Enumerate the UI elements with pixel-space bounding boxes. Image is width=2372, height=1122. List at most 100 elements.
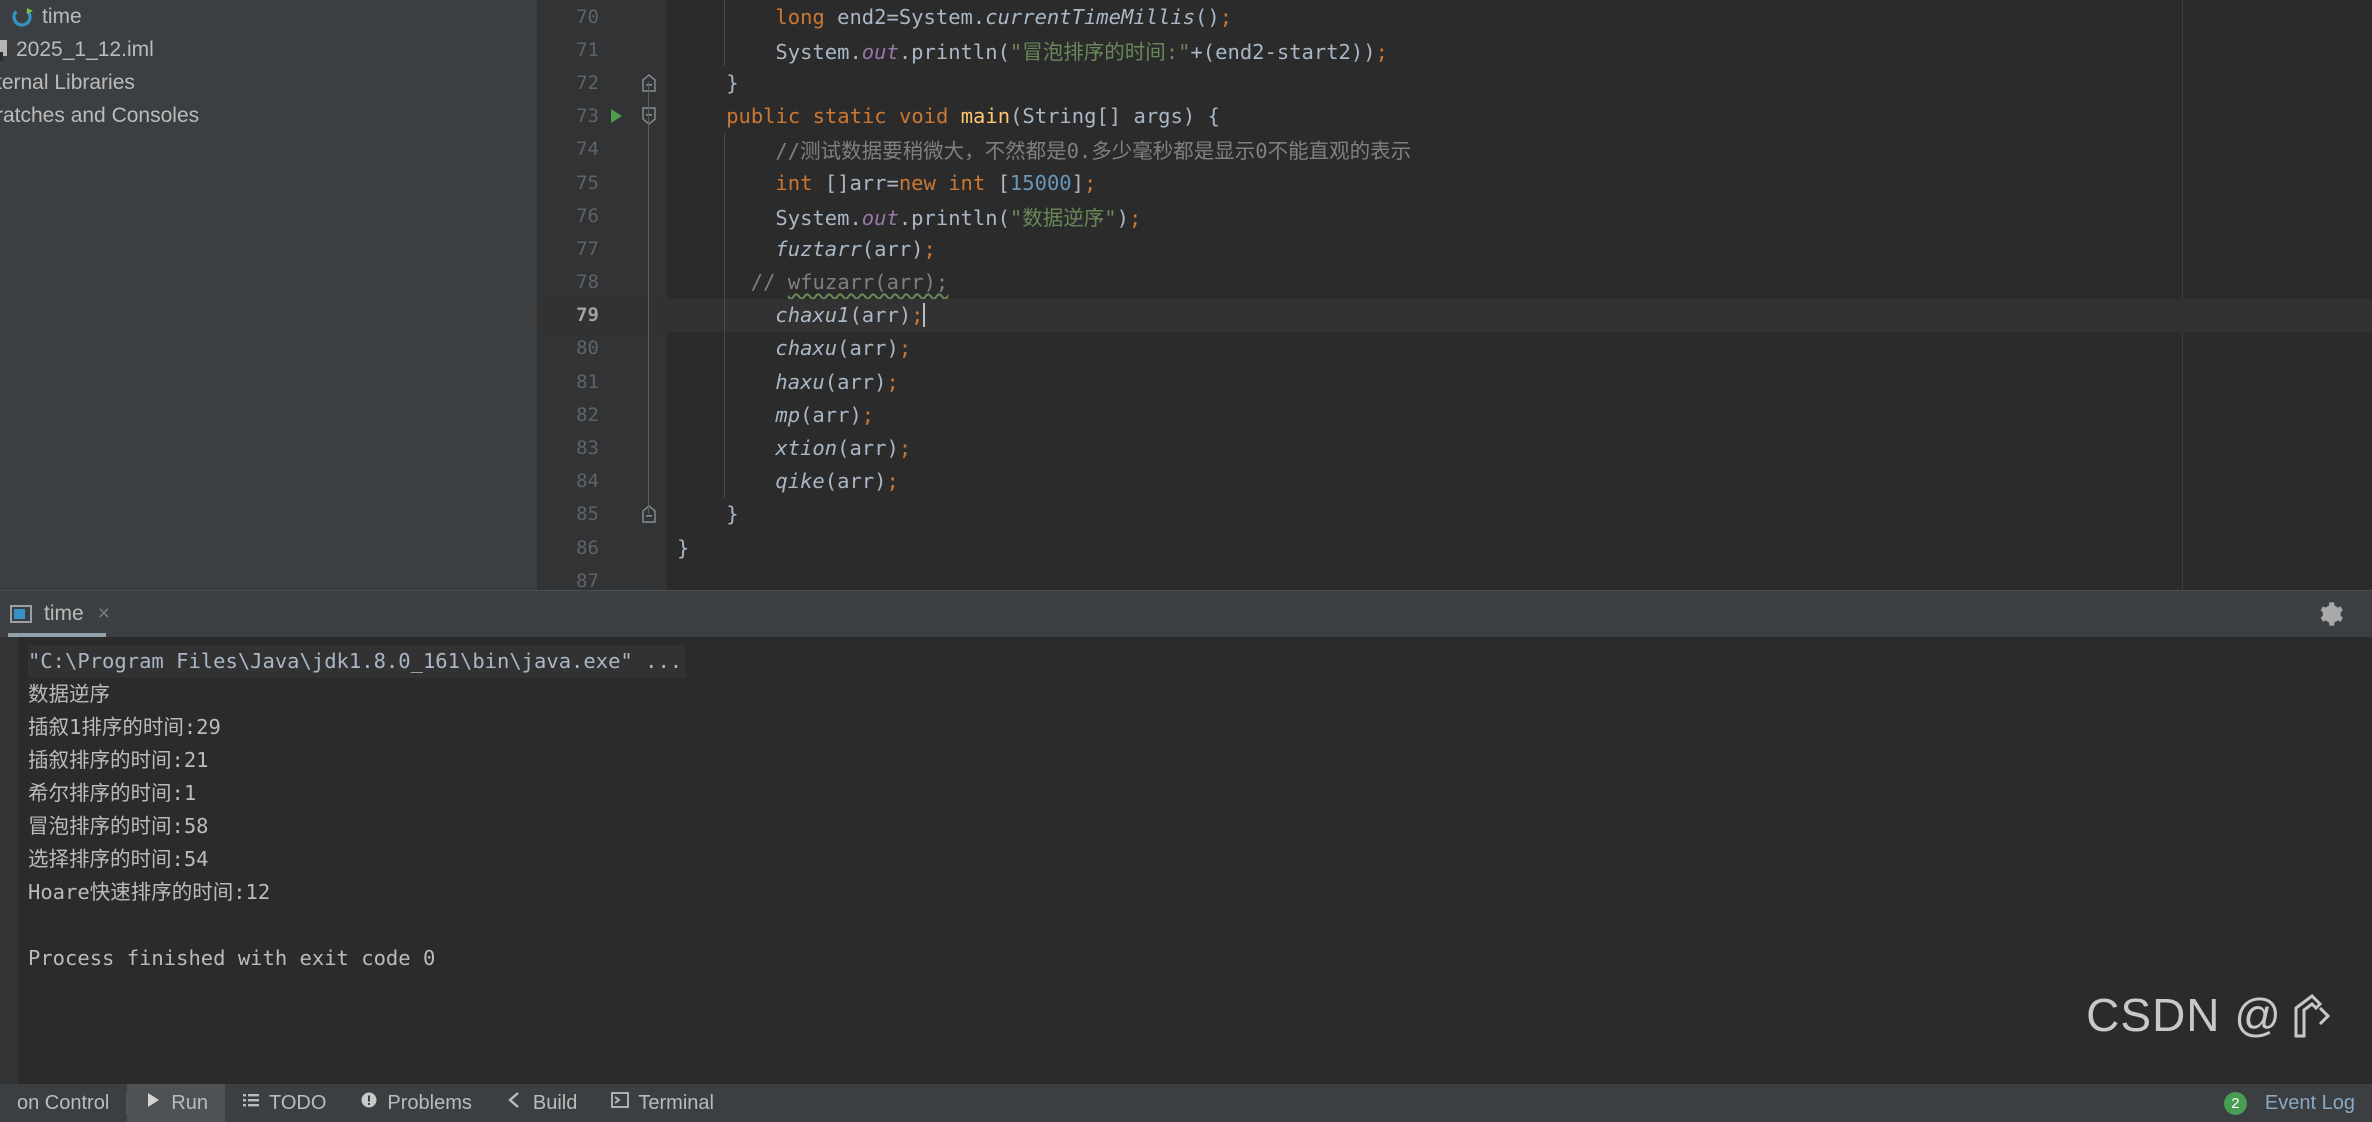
code-line[interactable]: 75 int []arr=new int [15000];: [537, 166, 2372, 199]
statusbar-label: Run: [171, 1091, 208, 1114]
console-line: 冒泡排序的时间:58: [28, 814, 209, 838]
line-number: 85: [576, 503, 599, 526]
event-log-label: Event Log: [2264, 1091, 2355, 1114]
statusbar-item-terminal[interactable]: Terminal: [594, 1084, 731, 1122]
code-editor[interactable]: 70 long end2=System.currentTimeMillis(); 7…: [537, 0, 2372, 592]
code-text: haxu(arr);: [775, 369, 899, 394]
line-number: 81: [576, 370, 599, 393]
run-window-header: time ×: [0, 590, 2372, 637]
watermark-glyph-icon: [2294, 994, 2331, 1038]
code-text: int []arr=new int [15000];: [775, 170, 1097, 195]
indent-guide-line: [724, 132, 725, 498]
code-line[interactable]: 83 xtion(arr);: [537, 431, 2372, 464]
run-gutter-icon[interactable]: [603, 100, 629, 133]
statusbar-item-problems[interactable]: Problems: [343, 1084, 488, 1122]
bottom-status-bar: on Control Run TODO Problems Build Termi…: [0, 1084, 2372, 1122]
code-line[interactable]: 77 fuztarr(arr);: [537, 232, 2372, 265]
statusbar-item-version-control[interactable]: on Control: [0, 1084, 126, 1122]
statusbar-item-run[interactable]: Run: [127, 1084, 225, 1122]
run-tab-label: time: [44, 601, 84, 625]
code-text: }: [726, 70, 739, 95]
line-number: 87: [576, 569, 599, 592]
line-number: 86: [576, 536, 599, 559]
sidebar-item-scratches[interactable]: ratches and Consoles: [0, 99, 537, 132]
line-number: 84: [576, 470, 599, 493]
code-line[interactable]: 78 // wfuzarr(arr);: [537, 266, 2372, 299]
module-icon: [8, 4, 38, 30]
line-number: 70: [576, 5, 599, 28]
fold-collapse-icon[interactable]: [637, 498, 661, 531]
statusbar-label: Build: [532, 1091, 578, 1114]
fold-expand-icon[interactable]: [637, 100, 661, 133]
statusbar-item-todo[interactable]: TODO: [225, 1084, 343, 1122]
code-line[interactable]: 81 haxu(arr);: [537, 365, 2372, 398]
code-line[interactable]: 80 chaxu(arr);: [537, 332, 2372, 365]
watermark-text: CSDN @: [2086, 989, 2282, 1041]
code-line[interactable]: 79 chaxu1(arr);: [537, 298, 2372, 332]
code-line[interactable]: 82 mp(arr);: [537, 398, 2372, 431]
code-text: public static void main(String[] args) {: [726, 104, 1220, 129]
line-number: 77: [576, 237, 599, 260]
event-log-button[interactable]: 2 Event Log: [2207, 1084, 2372, 1122]
code-line[interactable]: 70 long end2=System.currentTimeMillis();: [537, 0, 2372, 33]
code-text: long end2=System.currentTimeMillis();: [775, 4, 1233, 29]
build-icon: [506, 1091, 524, 1115]
sidebar-item-label: ratches and Consoles: [0, 103, 200, 127]
line-number: 73: [576, 105, 599, 128]
code-text: qike(arr);: [775, 469, 899, 494]
code-text: }: [726, 502, 739, 527]
todo-icon: [242, 1091, 260, 1115]
code-text: // wfuzarr(arr);: [750, 270, 949, 295]
console-output[interactable]: "C:\Program Files\Java\jdk1.8.0_161\bin\…: [0, 637, 2372, 1084]
statusbar-right-group: 2 Event Log: [2207, 1084, 2372, 1122]
code-line[interactable]: 72}: [537, 66, 2372, 99]
fold-collapse-icon[interactable]: [637, 66, 661, 99]
statusbar-label: TODO: [268, 1091, 327, 1114]
console-lines-container: "C:\Program Files\Java\jdk1.8.0_161\bin\…: [28, 645, 2372, 975]
code-text: fuztarr(arr);: [775, 236, 936, 261]
fold-guide-line: [648, 82, 649, 514]
statusbar-item-build[interactable]: Build: [489, 1084, 594, 1122]
console-line: 插叙1排序的时间:29: [28, 715, 221, 739]
event-log-badge: 2: [2223, 1091, 2247, 1115]
code-line[interactable]: 84 qike(arr);: [537, 465, 2372, 498]
terminal-icon: [611, 1091, 630, 1115]
problems-icon: [360, 1091, 378, 1115]
csdn-watermark: CSDN @: [2086, 988, 2332, 1042]
run-tool-window: time × "C:\Program Files\Java\jdk1.8.0_1…: [0, 590, 2372, 1084]
console-icon: [8, 601, 34, 627]
gear-icon[interactable]: [2314, 598, 2346, 630]
text-caret: [922, 303, 925, 328]
code-line[interactable]: 76 System.out.println("数据逆序");: [537, 199, 2372, 232]
code-text: chaxu(arr);: [775, 336, 912, 361]
code-line[interactable]: 74 //测试数据要稍微大，不然都是0.多少毫秒都是显示0不能直观的表示: [537, 133, 2372, 166]
sidebar-item-external-libraries[interactable]: ternal Libraries: [0, 66, 537, 99]
indent-guide-line: [724, 0, 725, 67]
code-lines-container[interactable]: 70 long end2=System.currentTimeMillis(); 7…: [537, 0, 2372, 592]
statusbar-label: Problems: [387, 1091, 472, 1114]
console-line: 选择排序的时间:54: [28, 847, 209, 871]
close-icon[interactable]: ×: [98, 602, 110, 626]
code-line[interactable]: 71 System.out.println("冒泡排序的时间:"+(end2-st…: [537, 33, 2372, 66]
code-line[interactable]: 86}: [537, 531, 2372, 564]
console-line: Process finished with exit code 0: [28, 946, 436, 970]
console-gutter: [0, 637, 18, 1084]
sidebar-item-iml[interactable]: 2025_1_12.iml: [0, 33, 537, 66]
code-line[interactable]: 85}: [537, 498, 2372, 531]
code-text: chaxu1(arr);: [775, 303, 925, 328]
sidebar-item-label: 2025_1_12.iml: [16, 37, 154, 61]
sidebar-item-time[interactable]: time: [0, 0, 537, 33]
line-number: 72: [576, 71, 599, 94]
line-number: 76: [576, 204, 599, 227]
line-number: 82: [576, 403, 599, 426]
code-text: System.out.println("数据逆序");: [775, 205, 1142, 230]
line-number: 83: [576, 437, 599, 460]
sidebar-item-label: ternal Libraries: [0, 70, 135, 94]
run-tab-time[interactable]: time ×: [0, 590, 124, 637]
idea-window: time 2025_1_12.iml ternal Libraries ratc…: [0, 0, 2372, 1122]
header-divider: [0, 590, 2372, 591]
line-number: 79: [576, 304, 599, 327]
line-number: 80: [576, 337, 599, 360]
code-line[interactable]: 73 public static void main(String[] args)…: [537, 100, 2372, 133]
console-line: 希尔排序的时间:1: [28, 781, 197, 805]
